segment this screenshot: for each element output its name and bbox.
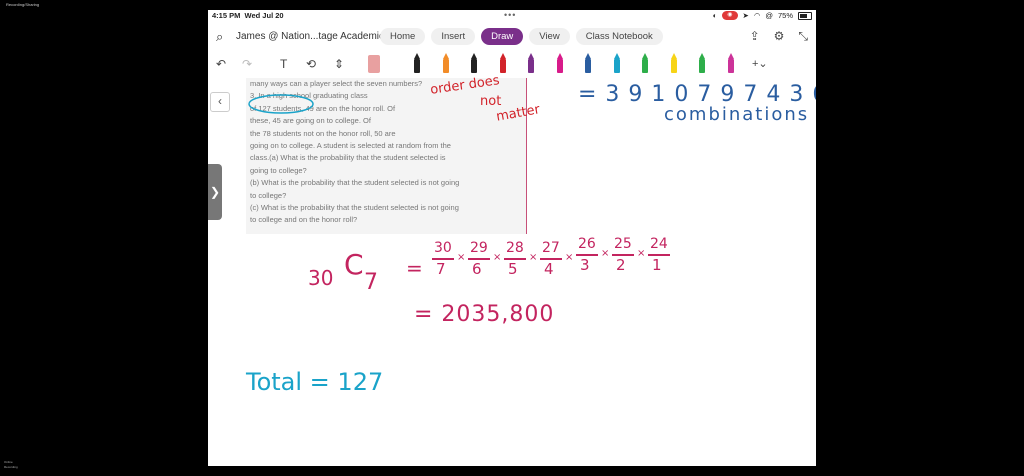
pen-swatch[interactable] — [556, 59, 563, 73]
problem-line: going on to college. A student is select… — [250, 141, 451, 151]
fraction-denominator: 5 — [508, 260, 518, 278]
redo-icon[interactable]: ↷ — [242, 57, 252, 71]
search-icon[interactable]: ⌕ — [216, 29, 223, 45]
app-navbar: ⌕ James @ Nation...tage Academies Home I… — [208, 25, 816, 49]
pen-swatch[interactable] — [414, 59, 420, 73]
notebook-title[interactable]: James @ Nation...tage Academies — [236, 31, 390, 42]
ink-ncr-c: C — [344, 248, 364, 281]
problem-line: (b) What is the probability that the stu… — [250, 178, 460, 188]
eraser-icon[interactable] — [368, 55, 380, 73]
pen-swatch[interactable] — [442, 59, 449, 73]
times-sign: × — [601, 248, 610, 259]
tab-class-notebook[interactable]: Class Notebook — [575, 28, 663, 45]
fraction-denominator: 2 — [616, 256, 626, 274]
times-sign: × — [637, 248, 646, 259]
lock-rotation-icon: @ — [765, 11, 773, 20]
pen-swatch[interactable] — [585, 59, 591, 73]
gear-icon[interactable]: ⚙ — [774, 29, 785, 44]
problem-line: to college and on the honor roll? — [250, 215, 358, 225]
ink-result: = 2035,800 — [414, 302, 555, 327]
battery-percent: 75% — [777, 11, 793, 20]
location-icon: ➤ — [742, 11, 749, 20]
status-right: ◐ ◉ ➤ ◠ @ 75% — [713, 11, 812, 20]
fraction-denominator: 6 — [472, 260, 482, 278]
tab-home[interactable]: Home — [380, 28, 426, 45]
share-icon[interactable]: ⇪ — [750, 29, 760, 44]
fraction-numerator: 27 — [542, 240, 560, 256]
status-time: 4:15 PM Wed Jul 20 — [212, 11, 284, 20]
ribbon-tabs: Home Insert Draw View Class Notebook — [380, 28, 663, 45]
collapse-icon[interactable]: ⤡ — [798, 29, 808, 44]
problem-line: these, 45 are going on to college. Of — [250, 116, 371, 126]
fraction-numerator: 28 — [506, 240, 524, 256]
pen-swatch[interactable] — [499, 59, 506, 73]
problem-line: to college? — [250, 190, 287, 200]
sidebar-expand-handle[interactable]: ❯ — [208, 164, 222, 220]
status-line-2: Recording — [4, 465, 18, 469]
pen-swatch[interactable] — [471, 59, 477, 73]
fraction-numerator: 24 — [650, 236, 668, 252]
space-tool-icon[interactable]: ⇕ — [334, 57, 344, 71]
fraction-denominator: 7 — [436, 260, 446, 278]
note-page[interactable]: ‹ ❯ many ways can a player select the se… — [208, 73, 816, 466]
ink-not: not — [480, 94, 502, 109]
ink-equals: = — [406, 256, 423, 280]
fraction-numerator: 25 — [614, 236, 632, 252]
times-sign: × — [493, 252, 502, 263]
times-sign: × — [565, 252, 574, 263]
ink-ncr-sub: 7 — [364, 270, 378, 295]
ink-ncr-left: 30 — [308, 266, 334, 290]
multitask-dots[interactable]: ••• — [504, 10, 516, 20]
recording-status: Online Recording — [4, 460, 18, 470]
draw-toolbar: ↶ ↷ T ⟲ ⇕ +⌄ — [208, 53, 816, 77]
problem-line: going to college? — [250, 165, 307, 175]
fraction-denominator: 1 — [652, 256, 662, 274]
problem-line: the 78 students not on the honor roll, 5… — [250, 128, 396, 138]
page-margin-line — [526, 78, 527, 234]
fraction-denominator: 3 — [580, 256, 590, 274]
headphones-icon: ◐ — [712, 11, 718, 20]
text-tool-icon[interactable]: T — [280, 57, 287, 71]
nav-actions: ⇪ ⚙ ⤡ — [750, 29, 808, 44]
pen-swatch[interactable] — [642, 59, 648, 73]
fraction-numerator: 26 — [578, 236, 596, 252]
fraction-numerator: 29 — [470, 240, 488, 256]
times-sign: × — [457, 252, 466, 263]
ink-combinations: combinations — [664, 104, 810, 125]
recording-caption: Recording/Sharing — [6, 2, 40, 7]
wifi-icon: ◠ — [753, 11, 761, 20]
pen-swatch[interactable] — [613, 59, 620, 73]
fraction-denominator: 4 — [544, 260, 554, 278]
pen-swatch[interactable] — [528, 59, 534, 73]
pen-swatch[interactable] — [670, 59, 677, 73]
ipad-screen: 4:15 PM Wed Jul 20 ••• ◐ ◉ ➤ ◠ @ 75% ⌕ J… — [208, 10, 816, 466]
fraction-numerator: 30 — [434, 240, 452, 256]
status-bar: 4:15 PM Wed Jul 20 ••• ◐ ◉ ➤ ◠ @ 75% — [208, 10, 816, 22]
pen-swatch[interactable] — [727, 59, 734, 73]
back-chevron-icon[interactable]: ‹ — [210, 92, 230, 112]
lasso-tool-icon[interactable]: ⟲ — [306, 57, 316, 71]
problem-line: class.(a) What is the probability that t… — [250, 153, 446, 163]
problem-line: (c) What is the probability that the stu… — [250, 203, 459, 213]
tab-draw[interactable]: Draw — [481, 28, 524, 45]
recording-indicator[interactable]: ◉ — [722, 11, 738, 20]
battery-icon — [798, 11, 812, 20]
ink-total: Total = 127 — [246, 368, 384, 396]
undo-icon[interactable]: ↶ — [216, 57, 226, 71]
tab-view[interactable]: View — [529, 28, 570, 45]
pen-swatch[interactable] — [699, 59, 705, 73]
times-sign: × — [529, 252, 538, 263]
tab-insert[interactable]: Insert — [431, 28, 476, 45]
add-pen-button[interactable]: +⌄ — [752, 57, 768, 70]
circle-annotation — [248, 94, 314, 114]
